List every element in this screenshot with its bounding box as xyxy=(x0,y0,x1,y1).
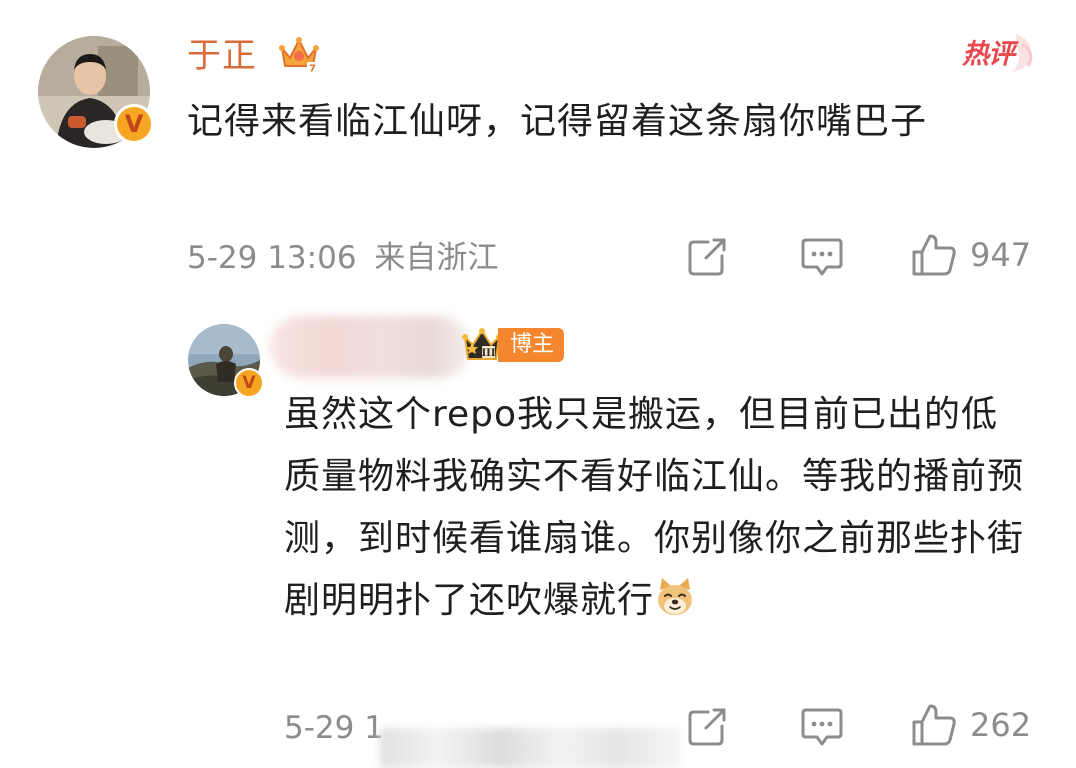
comment-text: 记得来看临江仙呀，记得留着这条扇你嘴巴子 xyxy=(187,101,928,142)
blogger-badge: III 博主 xyxy=(462,327,565,363)
like-button[interactable]: 947 xyxy=(910,232,1031,278)
reply-like-button[interactable]: 262 xyxy=(910,702,1031,748)
crown-icon: III xyxy=(462,328,502,360)
comment-username[interactable]: 于正 xyxy=(187,32,257,80)
blogger-label: 博主 xyxy=(498,328,565,362)
thumbs-up-icon xyxy=(912,234,956,276)
reply-username-blurred[interactable] xyxy=(270,316,470,378)
reply-text: 虽然这个repo我只是搬运，但目前已出的低质量物料我确实不看好临江仙。等我的播前… xyxy=(284,384,1024,632)
verified-v-badge-icon: V xyxy=(114,104,154,144)
reply-comment-button[interactable] xyxy=(800,706,844,748)
comment-location: 来自浙江 xyxy=(374,240,499,276)
share-icon xyxy=(688,708,726,746)
avatar[interactable]: V xyxy=(38,36,154,148)
reply-date-time: 5-29 1 xyxy=(284,710,384,746)
svg-text:III: III xyxy=(481,348,495,359)
like-count: 947 xyxy=(970,236,1032,274)
verified-v-badge-icon: V xyxy=(234,368,264,398)
reply-share-button[interactable] xyxy=(686,706,728,748)
reply-like-count: 262 xyxy=(970,706,1032,744)
share-button[interactable] xyxy=(686,236,728,278)
crown-icon: 7 xyxy=(279,37,319,75)
thumbs-up-icon xyxy=(912,704,956,746)
comment-icon xyxy=(801,238,843,276)
reply-meta-blurred xyxy=(380,728,680,768)
doge-emoji-icon xyxy=(658,578,693,615)
hot-comment-label: 热评 xyxy=(962,39,1015,70)
comment-icon xyxy=(801,708,843,746)
comment-date-time: 5-29 13:06 xyxy=(187,240,357,276)
reply-avatar[interactable]: V xyxy=(188,324,264,398)
svg-text:7: 7 xyxy=(309,64,316,75)
comment-meta: 5-29 13:06 来自浙江 xyxy=(187,238,498,278)
share-icon xyxy=(688,238,726,276)
comment-button[interactable] xyxy=(800,236,844,278)
reply-meta: 5-29 1 xyxy=(284,708,384,748)
